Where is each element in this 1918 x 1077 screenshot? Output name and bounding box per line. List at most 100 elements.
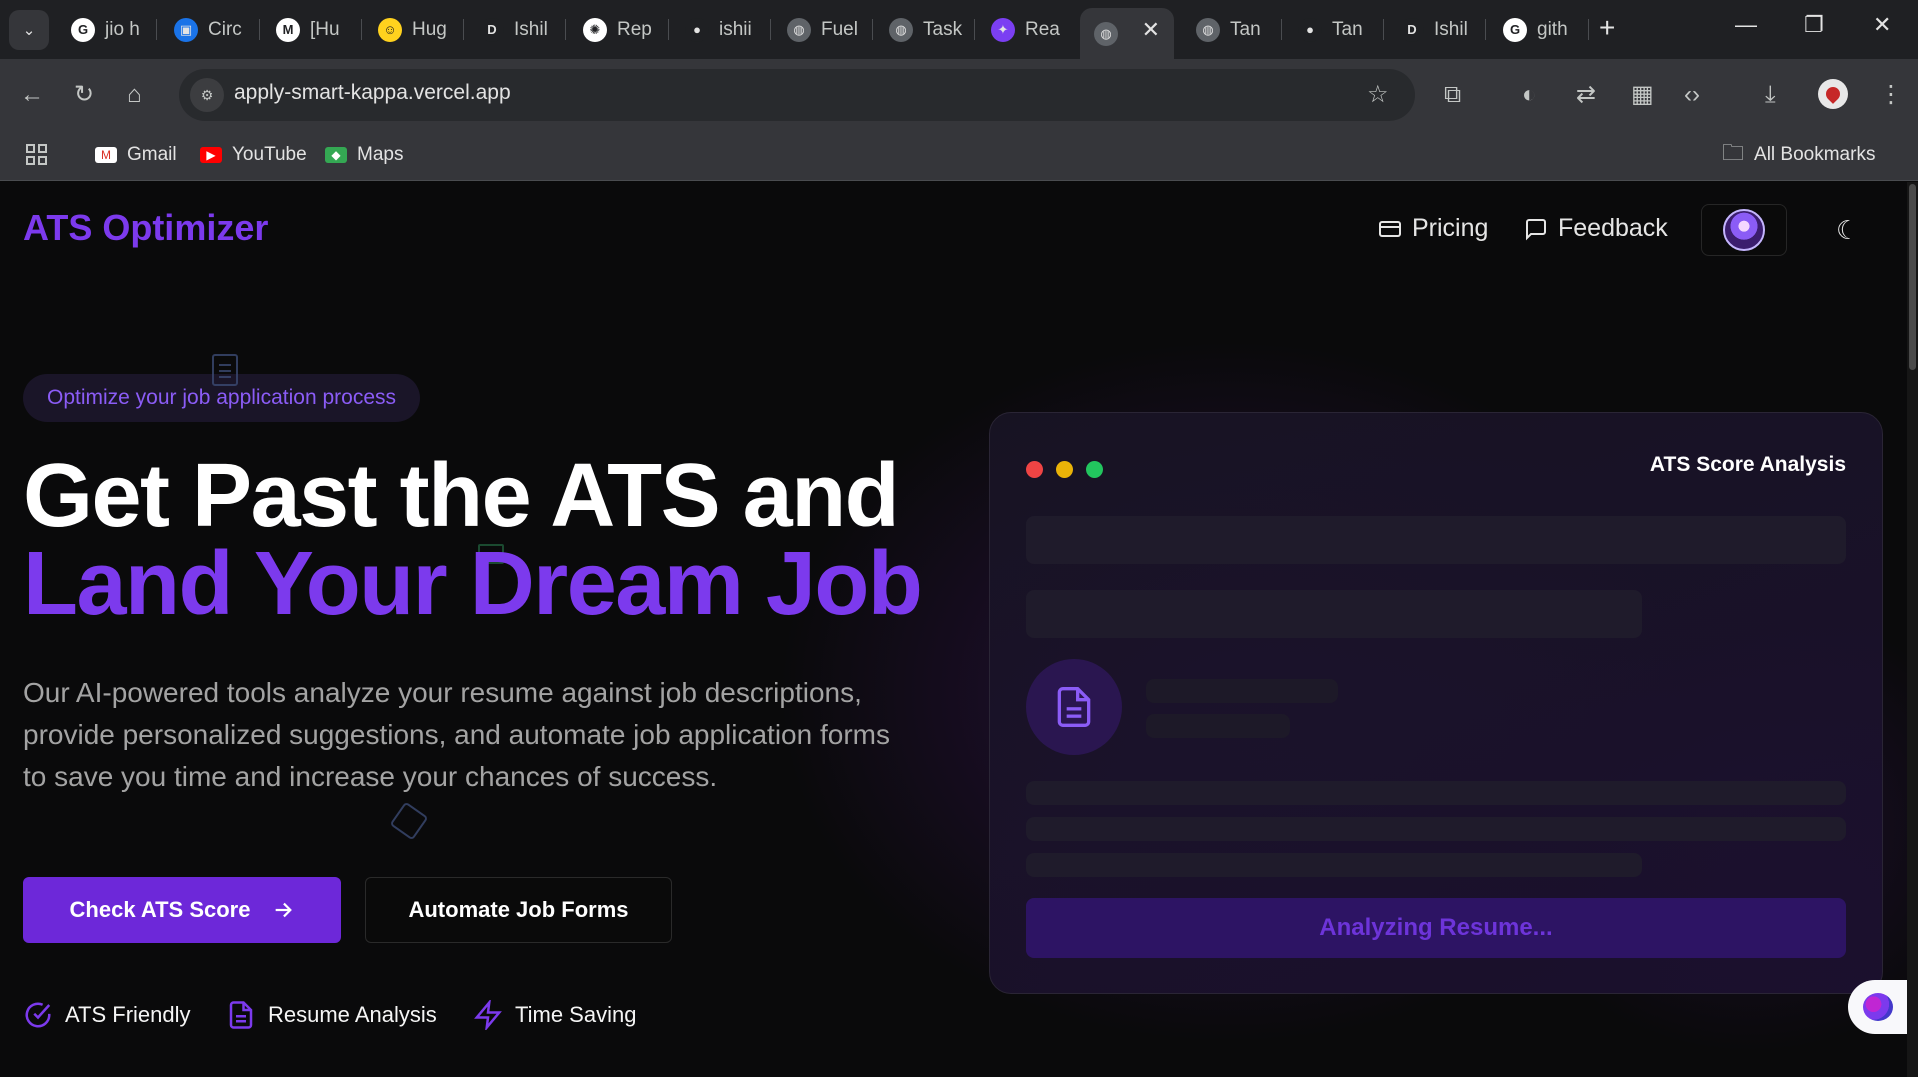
youtube-icon: ▶: [200, 147, 222, 163]
d-icon: D: [480, 17, 504, 42]
globe-icon: ◍: [889, 17, 913, 42]
skeleton-line: [1146, 714, 1290, 738]
nav-feedback[interactable]: Feedback: [1524, 214, 1668, 243]
reload-icon[interactable]: ↻: [74, 81, 94, 109]
tab-label: Hug: [412, 18, 447, 40]
minimize-button[interactable]: —: [1735, 12, 1757, 38]
moon-icon[interactable]: ☾: [1836, 215, 1859, 246]
site-info-icon[interactable]: ⚙: [190, 78, 224, 112]
globe-icon: ◍: [787, 17, 811, 42]
check-circle-icon: [25, 1002, 51, 1028]
apps-icon[interactable]: [26, 138, 48, 172]
skeleton-bar: [1026, 590, 1642, 638]
browser-tab[interactable]: M [Hu: [262, 8, 362, 51]
bookmark-star-icon[interactable]: ☆: [1367, 81, 1389, 109]
tab-strip: ⌄ Gjio h ▣ Circ M [Hu ☺ Hug D Ishil ✺ Rep ● ishii ◍ Fu…: [0, 0, 1918, 59]
message-square-icon: [1526, 218, 1546, 240]
bookmark-youtube[interactable]: ▶ YouTube: [200, 138, 307, 172]
file-text-icon: [1057, 687, 1091, 727]
browser-tab[interactable]: ● ishii: [671, 8, 771, 51]
translate-icon[interactable]: ⇄: [1576, 81, 1596, 109]
hero-title-line1: Get Past the ATS and: [23, 446, 900, 546]
google-icon: G: [1503, 17, 1527, 42]
browser-tab[interactable]: ✦ Rea: [977, 8, 1077, 51]
home-icon[interactable]: ⌂: [127, 81, 142, 109]
new-tab-button[interactable]: +: [1599, 14, 1615, 42]
brand-logo[interactable]: ATS Optimizer: [23, 207, 268, 249]
page-scrollbar[interactable]: [1907, 182, 1918, 1077]
back-icon[interactable]: ←: [20, 81, 44, 109]
more-menu-icon[interactable]: ⋮: [1879, 81, 1903, 109]
openai-icon: ✺: [583, 17, 607, 42]
browser-tab[interactable]: ◍ Fuel: [773, 8, 873, 51]
url-text[interactable]: apply-smart-kappa.vercel.app: [234, 81, 511, 105]
profile-avatar[interactable]: [1818, 79, 1848, 109]
skeleton-line: [1146, 679, 1338, 703]
check-ats-score-button[interactable]: Check ATS Score: [23, 877, 341, 943]
close-tab-icon[interactable]: ✕: [1142, 17, 1160, 43]
skeleton-bar: [1026, 516, 1846, 564]
browser-tab[interactable]: Gjio h: [57, 8, 157, 51]
tab-label: Circ: [208, 18, 242, 40]
download-icon[interactable]: ⤓: [1765, 81, 1776, 109]
ai-assistant-button[interactable]: [1848, 980, 1908, 1034]
incognito-icon[interactable]: ◐: [1522, 81, 1537, 109]
close-window-button[interactable]: ✕: [1873, 12, 1891, 38]
chevron-down-icon: ⌄: [22, 22, 36, 39]
tab-label: Rea: [1025, 18, 1060, 40]
user-menu-button[interactable]: [1701, 204, 1787, 256]
globe-icon: ◍: [1094, 21, 1118, 46]
tab-layout-icon[interactable]: ▦: [1631, 81, 1654, 109]
all-bookmarks[interactable]: 🗀 All Bookmarks: [1722, 138, 1875, 172]
bookmark-maps[interactable]: ◆ Maps: [325, 138, 403, 172]
floating-layers-icon: [389, 801, 429, 841]
nav-pricing[interactable]: Pricing: [1378, 214, 1488, 243]
browser-tab[interactable]: ● Tan: [1284, 8, 1384, 51]
browser-tab[interactable]: ◍ ✕: [1080, 8, 1174, 59]
credit-card-icon: [1379, 220, 1401, 237]
web-page: ATS Optimizer Pricing Feedback ☾ Optimiz…: [0, 182, 1918, 1077]
browser-tab[interactable]: D Ishil: [466, 8, 566, 51]
folder-icon: 🗀: [1722, 140, 1745, 165]
d-icon: D: [1400, 17, 1424, 42]
tab-label: Rep: [617, 18, 652, 40]
tab-label: ishii: [719, 18, 752, 40]
extensions-icon[interactable]: ⧉: [1444, 81, 1461, 109]
feature-ats-friendly: ATS Friendly: [23, 1000, 191, 1030]
maps-icon: ◆: [325, 147, 347, 163]
browser-tab[interactable]: D Ishil: [1386, 8, 1486, 51]
gmail-icon: M: [95, 147, 117, 163]
document-avatar: [1026, 659, 1122, 755]
window-dot-red: [1026, 461, 1043, 478]
browser-tab[interactable]: ◍ Task: [875, 8, 975, 51]
github-icon: ●: [1298, 17, 1322, 42]
tab-label: Task: [923, 18, 963, 40]
browser-tab[interactable]: ◍ Tan: [1182, 8, 1282, 51]
tab-label: [Hu: [310, 18, 340, 40]
google-icon: G: [71, 17, 95, 42]
feature-time-saving: Time Saving: [473, 1000, 636, 1030]
browser-tab[interactable]: ▣ Circ: [160, 8, 260, 51]
devtools-icon[interactable]: ‹›: [1684, 81, 1700, 109]
tab-label: Ishil: [514, 18, 548, 40]
window-dot-yellow: [1056, 461, 1073, 478]
file-text-icon: [229, 1001, 253, 1029]
tab-label: Fuel: [821, 18, 858, 40]
browser-tab[interactable]: ☺ Hug: [364, 8, 464, 51]
browser-tab[interactable]: Ggith: [1489, 8, 1589, 51]
tab-search-button[interactable]: ⌄: [9, 10, 49, 50]
analyzing-resume-button[interactable]: Analyzing Resume...: [1026, 898, 1846, 958]
huggingface-icon: ☺: [378, 17, 402, 42]
contact-icon: ▣: [174, 17, 198, 42]
tab-label: jio h: [105, 18, 140, 40]
tab-label: Ishil: [1434, 18, 1468, 40]
bookmark-gmail[interactable]: M Gmail: [95, 138, 177, 172]
automate-job-forms-button[interactable]: Automate Job Forms: [365, 877, 672, 943]
card-title: ATS Score Analysis: [1649, 453, 1846, 476]
react-icon: ✦: [991, 17, 1015, 42]
restore-button[interactable]: ❐: [1804, 12, 1824, 38]
github-icon: ●: [685, 17, 709, 42]
browser-tab[interactable]: ✺ Rep: [569, 8, 669, 51]
tab-label: gith: [1537, 18, 1568, 40]
window-dot-green: [1086, 461, 1103, 478]
